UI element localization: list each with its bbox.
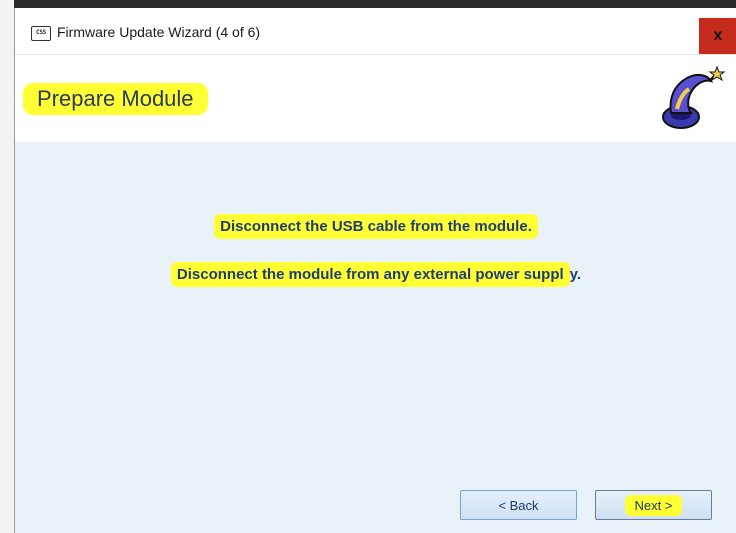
background-top-strip: [0, 0, 736, 8]
instruction-1: Disconnect the USB cable from the module…: [15, 214, 736, 239]
instruction-2: Disconnect the module from any external …: [15, 262, 736, 287]
close-icon: x: [713, 27, 723, 44]
window-title: Firmware Update Wizard (4 of 6): [57, 24, 261, 40]
close-button[interactable]: x: [699, 18, 736, 54]
content-area: Disconnect the USB cable from the module…: [15, 142, 736, 533]
wizard-hat-icon: [662, 65, 725, 129]
back-button-label: < Back: [498, 497, 539, 513]
back-button[interactable]: < Back: [460, 490, 577, 520]
next-button-label: Next >: [624, 494, 683, 516]
next-button[interactable]: Next >: [595, 490, 712, 520]
instruction-2-text: Disconnect the module from any external …: [170, 262, 570, 287]
instruction-1-text: Disconnect the USB cable from the module…: [214, 214, 538, 239]
page-title: Prepare Module: [23, 83, 208, 115]
background-app-edge: [0, 0, 14, 533]
title-bar: CSS Firmware Update Wizard (4 of 6) x: [15, 8, 736, 55]
app-icon: CSS: [31, 26, 51, 41]
instruction-2-text-end: y.: [569, 266, 582, 283]
wizard-header: Prepare Module: [15, 55, 736, 141]
wizard-window: CSS Firmware Update Wizard (4 of 6) x Pr…: [14, 8, 736, 533]
